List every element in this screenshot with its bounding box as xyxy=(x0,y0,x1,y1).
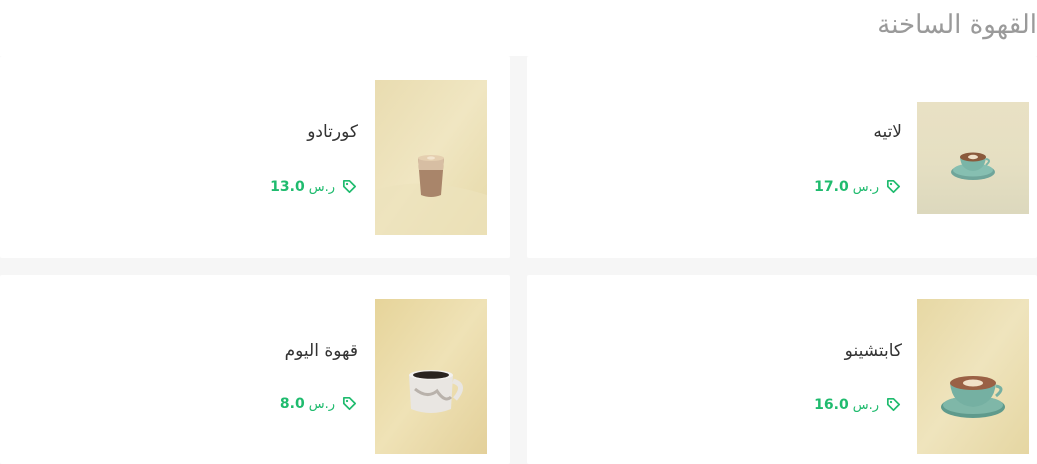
section-title: القهوة الساخنة xyxy=(877,10,1037,40)
product-price: 8.0 ر.س xyxy=(280,395,358,412)
price-currency: ر.س xyxy=(852,397,879,413)
product-name: قهوة اليوم xyxy=(284,341,358,361)
price-currency: ر.س xyxy=(308,396,335,412)
product-image-cortado[interactable] xyxy=(375,80,487,235)
price-value: 8.0 xyxy=(279,395,305,412)
price-tag-icon xyxy=(886,179,901,194)
product-card-cappuccino[interactable]: كابتشينو 16.0 ر.س xyxy=(527,275,1037,464)
price-currency: ر.س xyxy=(308,179,335,195)
menu-page: القهوة الساخنة لاتيه 17.0 ر.س كورتادو 13… xyxy=(0,0,1037,464)
price-value: 13.0 xyxy=(270,178,305,195)
product-image-cappuccino[interactable] xyxy=(917,299,1029,454)
price-tag-icon xyxy=(342,396,357,411)
price-value: 16.0 xyxy=(814,396,849,413)
price-currency: ر.س xyxy=(852,179,879,195)
product-image-latte[interactable] xyxy=(917,102,1029,214)
product-price: 16.0 ر.س xyxy=(814,396,902,413)
product-card-coffee-of-the-day[interactable]: قهوة اليوم 8.0 ر.س xyxy=(0,275,510,464)
price-tag-icon xyxy=(342,179,357,194)
product-name: كورتادو xyxy=(307,122,358,142)
product-card-latte[interactable]: لاتيه 17.0 ر.س xyxy=(527,56,1037,258)
product-name: كابتشينو xyxy=(844,341,902,361)
price-tag-icon xyxy=(886,397,901,412)
product-image-coffee-of-the-day[interactable] xyxy=(375,299,487,454)
product-name: لاتيه xyxy=(873,122,902,142)
product-price: 13.0 ر.س xyxy=(270,178,358,195)
product-card-cortado[interactable]: كورتادو 13.0 ر.س xyxy=(0,56,510,258)
product-price: 17.0 ر.س xyxy=(814,178,902,195)
price-value: 17.0 xyxy=(814,178,849,195)
